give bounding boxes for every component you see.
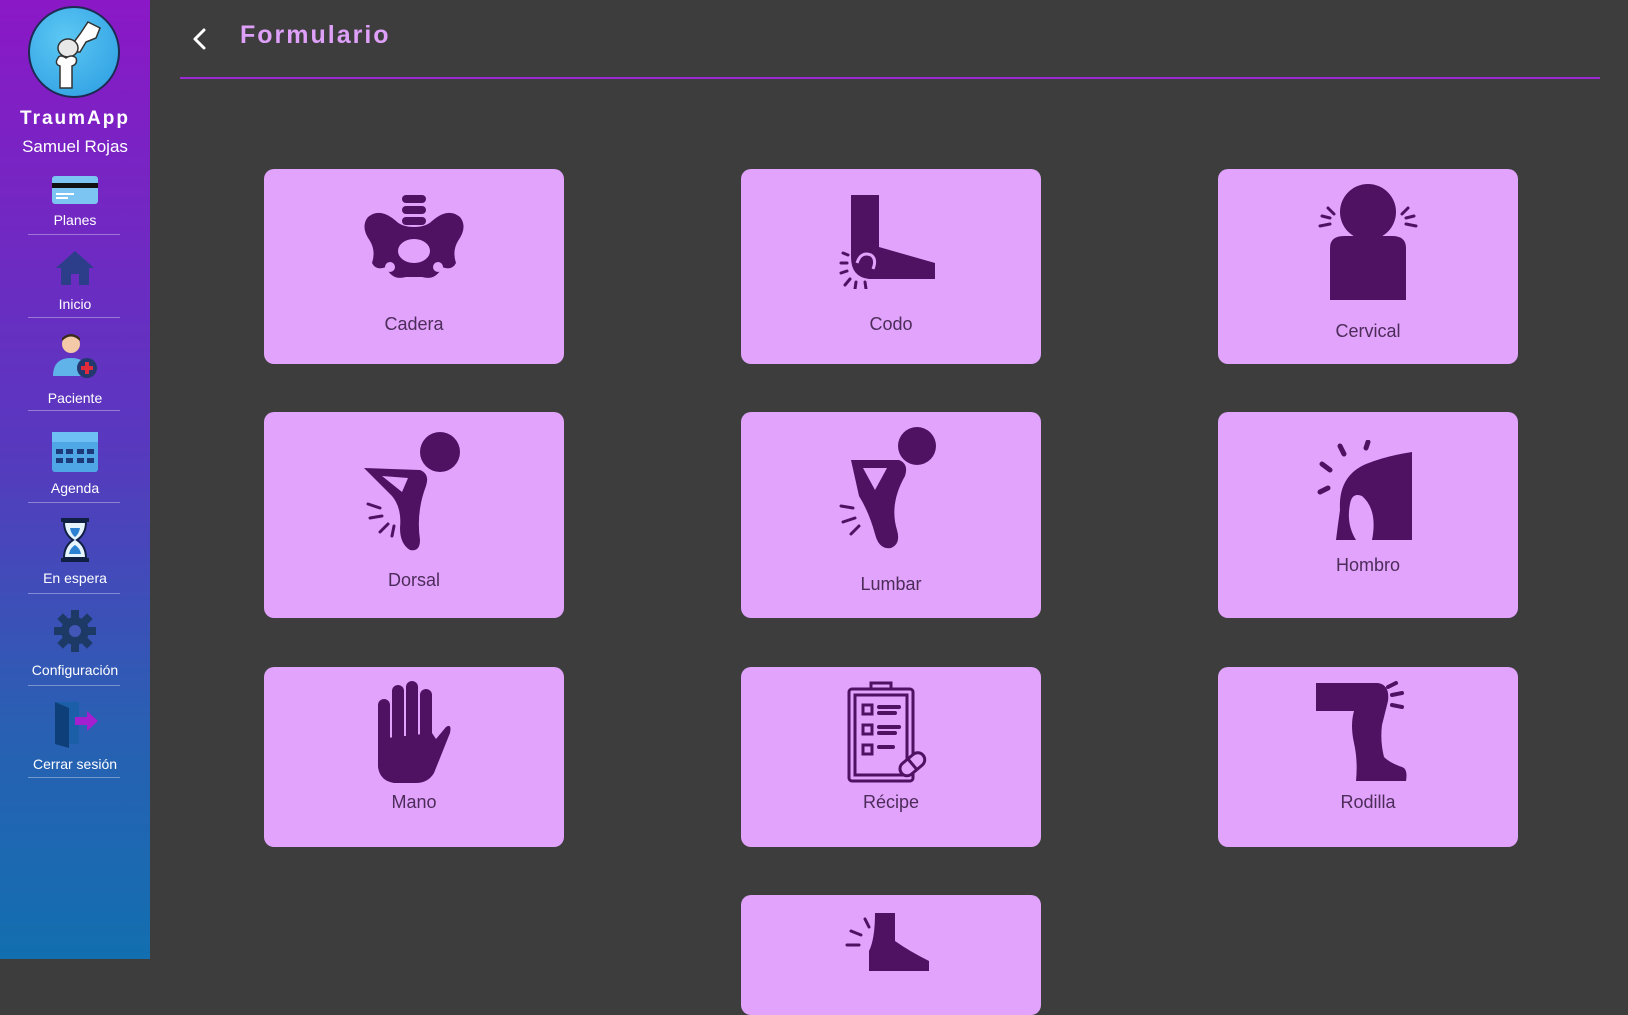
credit-card-icon (52, 176, 98, 204)
card-label: Codo (869, 314, 913, 334)
card-label: Récipe (862, 792, 920, 812)
divider (28, 410, 120, 411)
sidebar-item-label: Paciente (47, 390, 103, 406)
chevron-left-icon (193, 28, 206, 50)
back-pain-icon (364, 432, 460, 551)
card-rodilla[interactable]: Rodilla (1218, 667, 1518, 847)
sidebar-item-inicio[interactable]: Inicio (0, 248, 150, 318)
ankle-pain-icon (845, 913, 929, 971)
app-name: TraumApp (20, 108, 130, 129)
card-dorsal[interactable]: Dorsal (264, 412, 564, 618)
card-lumbar[interactable]: Lumbar (741, 412, 1041, 618)
card-label: Dorsal (387, 570, 440, 590)
sidebar-item-agenda[interactable]: Agenda (0, 430, 150, 504)
card-ankle[interactable] (741, 895, 1041, 1015)
sidebar-item-label: Cerrar sesión (32, 756, 118, 772)
back-button[interactable] (183, 22, 217, 56)
card-cadera[interactable]: Cadera (264, 169, 564, 364)
divider (28, 502, 120, 503)
divider (28, 317, 120, 318)
sidebar-item-en-espera[interactable]: En espera (0, 518, 150, 596)
divider (28, 685, 120, 686)
logo (28, 6, 120, 98)
lower-back-pain-icon (839, 427, 936, 549)
card-label: Cadera (384, 314, 444, 334)
shoulder-pain-icon (1317, 440, 1412, 540)
sidebar-item-cerrar-sesion[interactable]: Cerrar sesión (0, 700, 150, 780)
hourglass-icon (61, 518, 89, 562)
sidebar-item-planes[interactable]: Planes (0, 172, 150, 236)
hand-icon (378, 681, 451, 783)
card-label: Rodilla (1340, 792, 1396, 812)
pelvis-icon (364, 195, 464, 278)
sidebar-item-label: En espera (43, 570, 107, 586)
card-recipe[interactable]: Récipe (741, 667, 1041, 847)
bone-joint-icon (55, 21, 101, 89)
knee-pain-icon (1316, 681, 1407, 781)
page-title: Formulario (240, 21, 391, 49)
sidebar-item-label: Configuración (31, 662, 119, 678)
divider (28, 593, 120, 594)
card-label: Mano (391, 792, 437, 812)
elbow-pain-icon (839, 195, 935, 289)
card-codo[interactable]: Codo (741, 169, 1041, 364)
sidebar-item-label: Inicio (58, 296, 92, 312)
card-cervical[interactable]: Cervical (1218, 169, 1518, 364)
divider (28, 234, 120, 235)
gear-icon (54, 610, 96, 652)
card-label: Hombro (1335, 555, 1401, 575)
card-mano[interactable]: Mano (264, 667, 564, 847)
logout-icon (55, 702, 98, 748)
sidebar: TraumApp Samuel Rojas Planes Inicio Paci… (0, 0, 150, 959)
header-divider (180, 77, 1600, 79)
sidebar-item-label: Agenda (50, 480, 100, 496)
card-label: Lumbar (860, 574, 922, 594)
home-icon (56, 251, 94, 285)
neck-pain-icon (1318, 184, 1418, 300)
user-name: Samuel Rojas (22, 137, 128, 156)
calendar-icon (52, 432, 98, 472)
divider (28, 777, 120, 778)
card-hombro[interactable]: Hombro (1218, 412, 1518, 618)
patient-add-icon (53, 334, 97, 378)
sidebar-item-configuracion[interactable]: Configuración (0, 610, 150, 688)
card-label: Cervical (1335, 321, 1401, 341)
prescription-clipboard-icon (847, 681, 927, 783)
sidebar-item-paciente[interactable]: Paciente (0, 332, 150, 412)
sidebar-item-label: Planes (53, 212, 97, 228)
